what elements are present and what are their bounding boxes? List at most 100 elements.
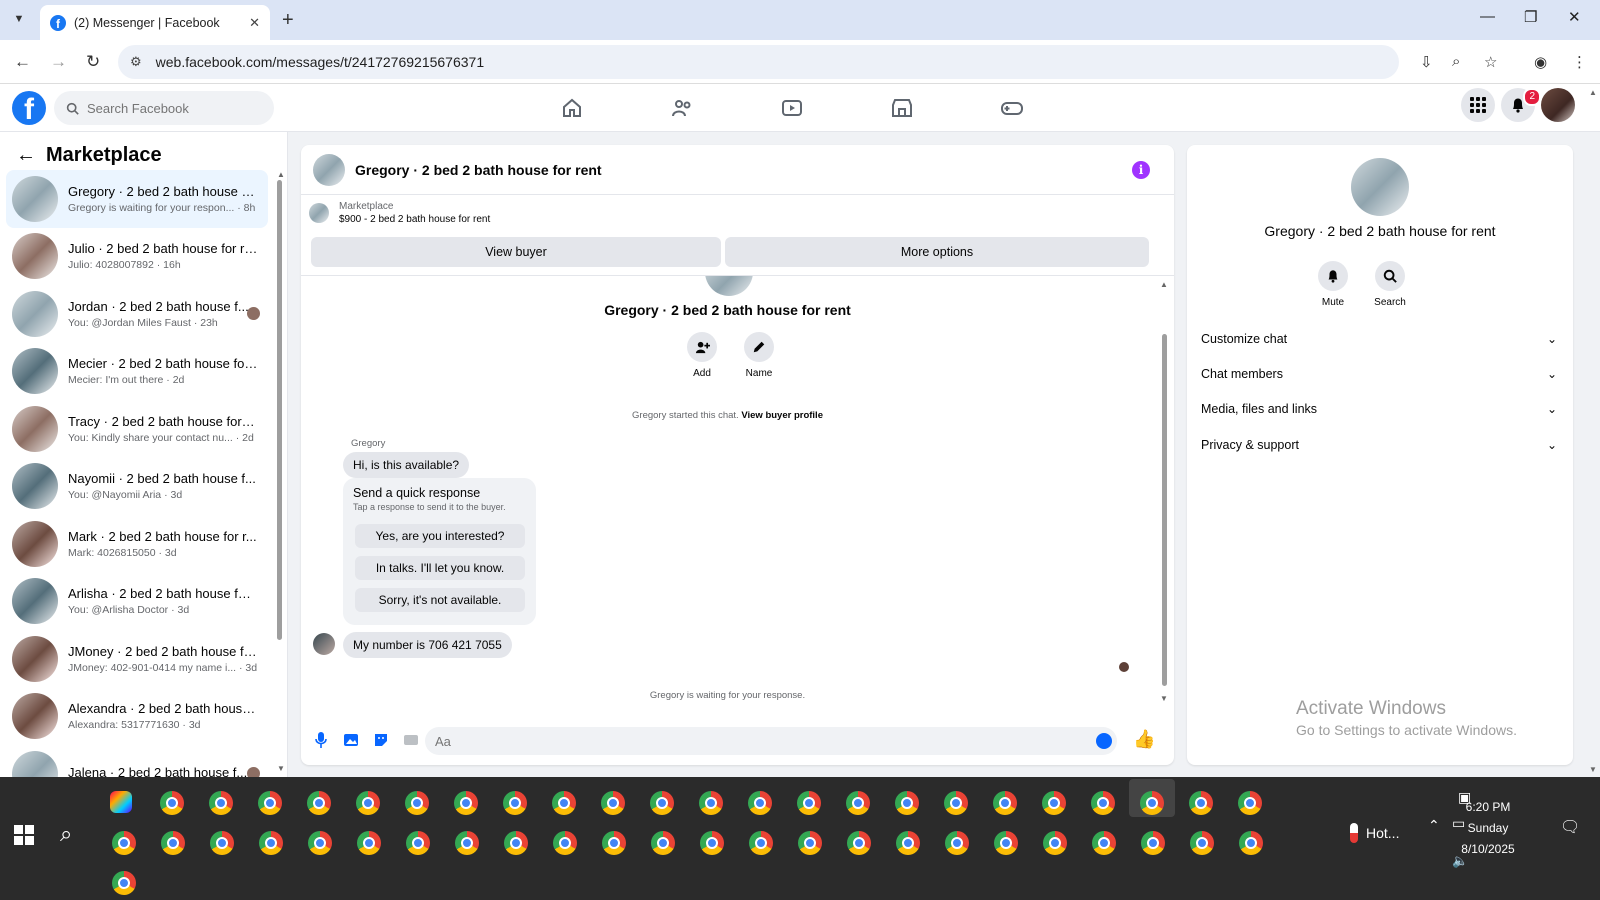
chrome-window-icon[interactable] (1239, 831, 1263, 855)
privacy-support-section[interactable]: Privacy & support ⌄ (1201, 430, 1557, 460)
chrome-window-icon[interactable] (699, 791, 723, 815)
show-hidden-icons-icon[interactable]: ⌃ (1428, 817, 1440, 834)
chrome-window-icon[interactable] (504, 831, 528, 855)
account-avatar[interactable] (1541, 88, 1575, 122)
chrome-window-icon[interactable] (161, 831, 185, 855)
quick-response-button[interactable]: Yes, are you interested? (355, 524, 525, 548)
more-options-button[interactable]: More options (725, 237, 1149, 267)
chrome-window-icon[interactable] (847, 831, 871, 855)
search-box[interactable] (54, 91, 274, 125)
chrome-window-icon[interactable] (405, 791, 429, 815)
chrome-window-icon[interactable] (993, 791, 1017, 815)
info-icon[interactable]: i (1132, 161, 1150, 179)
media-files-section[interactable]: Media, files and links ⌄ (1201, 394, 1557, 424)
chrome-window-icon[interactable] (1238, 791, 1262, 815)
chrome-window-icon[interactable] (553, 831, 577, 855)
friends-icon[interactable] (670, 96, 694, 120)
close-tab-icon[interactable]: ✕ (249, 15, 260, 31)
sender-avatar[interactable] (313, 633, 335, 655)
microphone-icon[interactable] (311, 730, 331, 750)
tab-search-dropdown[interactable]: ▼ (8, 8, 30, 30)
thumbs-up-icon[interactable]: 👍 (1133, 729, 1155, 750)
chrome-window-icon[interactable] (1140, 791, 1164, 815)
chrome-window-icon[interactable] (651, 831, 675, 855)
chrome-window-icon[interactable] (1091, 791, 1115, 815)
chrome-window-icon[interactable] (1190, 831, 1214, 855)
menu-grid-icon[interactable] (1461, 88, 1495, 122)
copilot-icon[interactable] (110, 791, 132, 813)
scroll-down-arrow-icon[interactable]: ▼ (277, 764, 285, 773)
conversation-item[interactable]: Tracy · 2 bed 2 bath house for r... You: … (6, 400, 268, 458)
message-bubble[interactable]: Hi, is this available? (343, 452, 470, 478)
search-input[interactable] (87, 100, 257, 116)
view-buyer-button[interactable]: View buyer (311, 237, 721, 267)
chrome-window-icon[interactable] (896, 831, 920, 855)
chrome-window-icon[interactable] (406, 831, 430, 855)
chrome-window-icon[interactable] (945, 831, 969, 855)
view-buyer-profile-link[interactable]: View buyer profile (741, 410, 823, 421)
url-field[interactable]: ⚙ web.facebook.com/messages/t/2417276921… (118, 45, 1399, 79)
chrome-window-icon[interactable] (1042, 791, 1066, 815)
zoom-icon[interactable]: ⌕ (1452, 53, 1460, 70)
chrome-window-icon[interactable] (601, 791, 625, 815)
browser-tab[interactable]: f (2) Messenger | Facebook ✕ (40, 5, 270, 40)
facebook-logo-icon[interactable]: f (12, 91, 46, 125)
conversation-item[interactable]: Arlisha · 2 bed 2 bath house for... You: … (6, 573, 268, 631)
chrome-window-icon[interactable] (356, 791, 380, 815)
quick-response-button[interactable]: In talks. I'll let you know. (355, 556, 525, 580)
restore-icon[interactable]: ❐ (1524, 8, 1537, 26)
scroll-down-arrow-icon[interactable]: ▼ (1160, 694, 1168, 703)
chrome-window-icon[interactable] (209, 791, 233, 815)
install-app-icon[interactable]: ⇩ (1420, 53, 1433, 71)
site-info-icon[interactable]: ⚙ (130, 54, 142, 70)
conversation-item[interactable]: Mark · 2 bed 2 bath house for r... Mark: … (6, 515, 268, 573)
new-tab-icon[interactable]: + (282, 9, 294, 32)
chat-title[interactable]: Gregory · 2 bed 2 bath house for rent (355, 162, 602, 178)
minimize-icon[interactable]: — (1480, 8, 1495, 25)
page-scroll-up-icon[interactable]: ▲ (1589, 88, 1597, 97)
reload-icon[interactable]: ↻ (86, 52, 100, 72)
weather-widget[interactable]: Hot... (1350, 823, 1399, 843)
video-icon[interactable] (780, 96, 804, 120)
quick-response-button[interactable]: Sorry, it's not available. (355, 588, 525, 612)
chrome-window-icon[interactable] (749, 831, 773, 855)
notification-center-icon[interactable]: 🗨 (1560, 817, 1580, 837)
chrome-window-icon[interactable] (748, 791, 772, 815)
forward-icon[interactable]: → (50, 52, 67, 72)
chrome-window-icon[interactable] (307, 791, 331, 815)
chrome-window-icon[interactable] (895, 791, 919, 815)
customize-chat-section[interactable]: Customize chat ⌄ (1201, 324, 1557, 354)
conversation-item[interactable]: Alexandra · 2 bed 2 bath house ... Alexan… (6, 688, 268, 746)
chrome-window-icon[interactable] (1092, 831, 1116, 855)
listing-title[interactable]: $900 - 2 bed 2 bath house for rent (339, 214, 490, 225)
scroll-up-arrow-icon[interactable]: ▲ (1160, 280, 1168, 289)
chrome-window-icon[interactable] (210, 831, 234, 855)
notifications-button[interactable]: 2 (1501, 88, 1541, 122)
chrome-window-icon[interactable] (455, 831, 479, 855)
scroll-up-arrow-icon[interactable]: ▲ (277, 170, 285, 179)
taskbar-search-icon[interactable]: ⌕ (60, 821, 72, 847)
conversation-item[interactable]: Jordan · 2 bed 2 bath house f... You: @Jo… (6, 285, 268, 343)
conversation-scrollbar[interactable] (277, 180, 282, 640)
chrome-window-icon[interactable] (1141, 831, 1165, 855)
windows-start-icon[interactable] (14, 825, 34, 845)
close-window-icon[interactable]: ✕ (1568, 8, 1581, 26)
chrome-window-icon[interactable] (797, 791, 821, 815)
back-arrow-icon[interactable]: ← (16, 144, 36, 167)
conversation-item[interactable]: Jalena · 2 bed 2 bath house f... (6, 745, 268, 777)
page-scroll-down-icon[interactable]: ▼ (1589, 765, 1597, 774)
chrome-window-icon[interactable] (259, 831, 283, 855)
chrome-window-icon[interactable] (160, 791, 184, 815)
chrome-window-icon[interactable] (454, 791, 478, 815)
chat-members-section[interactable]: Chat members ⌄ (1201, 359, 1557, 389)
sticker-icon[interactable] (371, 730, 391, 750)
chrome-window-icon[interactable] (503, 791, 527, 815)
chrome-window-icon[interactable] (1043, 831, 1067, 855)
chrome-window-icon[interactable] (552, 791, 576, 815)
conversation-item[interactable]: Gregory · 2 bed 2 bath house fo... Gregor… (6, 170, 268, 228)
chrome-window-icon[interactable] (846, 791, 870, 815)
profile-icon[interactable]: ◉ (1534, 53, 1547, 71)
chat-avatar[interactable] (313, 153, 345, 186)
add-button[interactable]: Add (682, 332, 722, 379)
chrome-window-icon[interactable] (112, 831, 136, 855)
